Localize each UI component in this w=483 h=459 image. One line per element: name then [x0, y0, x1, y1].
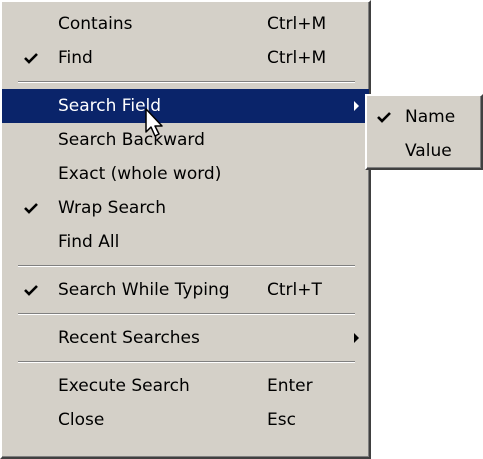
checkmark-icon [24, 41, 42, 75]
submenu-item-label: Value [405, 141, 452, 161]
menu-item-label: Find [58, 48, 93, 68]
menu-separator [2, 307, 369, 321]
mouse-cursor-icon [145, 108, 165, 143]
menu-item-label: Contains [58, 14, 133, 34]
menu-item-exact-whole-word[interactable]: Exact (whole word) [2, 157, 369, 191]
menu-item-execute-search[interactable]: Execute Search Enter [2, 369, 369, 403]
menu-item-close[interactable]: Close Esc [2, 403, 369, 437]
menu-separator [2, 75, 369, 89]
menu-item-label: Wrap Search [58, 198, 167, 218]
menu-item-search-backward[interactable]: Search Backward [2, 123, 369, 157]
submenu-arrow-icon [354, 101, 359, 111]
menu-item-label: Execute Search [58, 376, 190, 396]
menu-item-label: Search While Typing [58, 280, 230, 300]
menu-item-wrap-search[interactable]: Wrap Search [2, 191, 369, 225]
search-field-submenu: Name Value [365, 94, 483, 170]
menu-item-recent-searches[interactable]: Recent Searches [2, 321, 369, 355]
checkmark-icon [24, 191, 42, 225]
menu-item-search-while-typing[interactable]: Search While Typing Ctrl+T [2, 273, 369, 307]
menu-separator [2, 355, 369, 369]
search-context-menu: Contains Ctrl+M Find Ctrl+M Search Field… [0, 0, 371, 459]
checkmark-icon [377, 100, 395, 134]
submenu-item-name[interactable]: Name [367, 100, 481, 134]
menu-item-label: Recent Searches [58, 328, 200, 348]
menu-item-shortcut: Ctrl+M [267, 48, 327, 68]
menu-item-find[interactable]: Find Ctrl+M [2, 41, 369, 75]
menu-item-contains[interactable]: Contains Ctrl+M [2, 7, 369, 41]
menu-item-search-field[interactable]: Search Field [2, 89, 369, 123]
menu-item-label: Close [58, 410, 105, 430]
submenu-item-label: Name [405, 107, 456, 127]
submenu-item-value[interactable]: Value [367, 134, 481, 168]
menu-item-shortcut: Ctrl+M [267, 14, 327, 34]
menu-item-shortcut: Ctrl+T [267, 280, 322, 300]
checkmark-icon [24, 273, 42, 307]
menu-item-shortcut: Enter [267, 376, 313, 396]
submenu-arrow-icon [354, 333, 359, 343]
menu-item-label: Search Backward [58, 130, 205, 150]
menu-separator [2, 259, 369, 273]
menu-item-shortcut: Esc [267, 410, 296, 430]
menu-item-label: Exact (whole word) [58, 164, 222, 184]
menu-item-find-all[interactable]: Find All [2, 225, 369, 259]
menu-item-label: Find All [58, 232, 120, 252]
